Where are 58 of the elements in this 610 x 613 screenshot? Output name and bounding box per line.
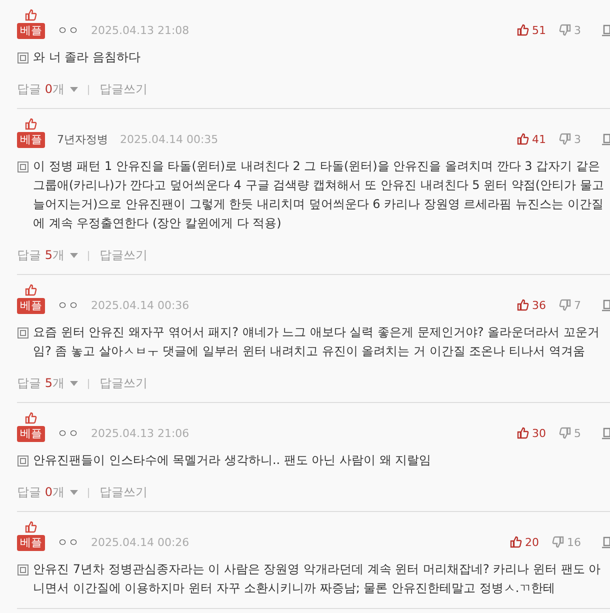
comment-date: 2025.04.13 21:06 xyxy=(91,426,190,442)
comment-date: 2025.04.13 21:08 xyxy=(91,23,190,39)
caret-icon xyxy=(70,381,78,386)
upvote-button[interactable]: 36 xyxy=(516,298,546,312)
thumbs-down-icon xyxy=(558,426,572,440)
comment-text: 안유진 7년차 정병관심종자라는 이 사람은 장원영 악개라던데 계속 윈터 머리채잡네? 카리나 윈터 팬도 아니면서 이간질에 이용하지마 윈터 자꾸 소환시키니까 짜증남; 물론 안유진한테말고 정병ㅅ.ㄲ한테 xyxy=(33,561,602,597)
reply-count-toggle[interactable]: 답글 0개 xyxy=(17,81,78,98)
best-badge: 베플 xyxy=(17,535,45,551)
author-name[interactable]: ㅇㅇ xyxy=(57,426,79,442)
best-badge: 베플 xyxy=(17,426,45,442)
upvote-button[interactable]: 41 xyxy=(516,132,546,146)
upvote-button[interactable]: 20 xyxy=(509,535,539,549)
report-icon[interactable] xyxy=(601,24,610,36)
thumbs-down-icon xyxy=(558,298,572,312)
upvote-button[interactable]: 51 xyxy=(516,23,546,37)
best-badge: 베플 xyxy=(17,132,45,148)
memo-icon xyxy=(17,564,29,576)
author-name[interactable]: 7년자정병 xyxy=(57,132,108,148)
reply-count-toggle[interactable]: 답글 5개 xyxy=(17,375,78,392)
comment-text: 이 정병 패턴 1 안유진을 타돌(윈터)로 내려친다 2 그 타돌(윈터)을 안유진을 올려치며 깐다 3 갑자기 같은 그룹애(카리나)가 깐다고 덮어씌운다 4 구글 검색량 캡쳐해서 또 안유진 내려친다 5 윈터 약점(안티가 물고늘어지는거)으로 안유진팬이 그렇게 한듯 내리치며 덮어씌운다 6 카리나 장원영 르세라핌 뉴진스는 이간질에 계속 우정출연한다 (장안 칼윈에게 다 적용) xyxy=(33,158,605,232)
thumbs-up-icon xyxy=(516,132,530,146)
thumbs-up-icon xyxy=(516,23,530,37)
report-icon[interactable] xyxy=(601,132,610,146)
report-icon[interactable] xyxy=(601,536,610,548)
thumbs-up-icon xyxy=(516,298,530,312)
caret-icon xyxy=(70,87,78,92)
comment-date: 2025.04.14 00:26 xyxy=(91,535,190,551)
comment-text: 와 너 졸라 음침하다 xyxy=(33,49,142,66)
thumbs-down-icon xyxy=(558,23,572,37)
thumbs-up-icon xyxy=(24,8,38,22)
comment-date: 2025.04.14 00:35 xyxy=(120,132,218,148)
reply-count-toggle[interactable]: 답글 0개 xyxy=(17,484,78,501)
thumbs-up-icon xyxy=(24,117,38,131)
thumbs-down-icon xyxy=(551,535,565,549)
thumbs-down-icon xyxy=(558,132,572,146)
memo-icon xyxy=(17,455,29,467)
best-badge: 베플 xyxy=(17,298,45,314)
caret-icon xyxy=(70,253,78,258)
thumbs-up-icon xyxy=(516,426,530,440)
reply-count-toggle[interactable]: 답글 5개 xyxy=(17,247,78,264)
memo-icon xyxy=(17,52,29,64)
memo-icon xyxy=(17,161,29,173)
caret-icon xyxy=(70,490,78,495)
comment-text: 요즘 윈터 안유진 왜자꾸 엮어서 패지? 얘네가 느그 애보다 실력 좋은게 문제인거야? 올라운더라서 꼬운거임? 좀 놓고 살아ㅅㅂㅜ 댓글에 일부러 윈터 내려치고 유진이 올려치는 거 이간질 조온나 티나서 역겨움 xyxy=(33,324,600,360)
thumbs-up-icon xyxy=(24,520,38,534)
author-name[interactable]: ㅇㅇ xyxy=(57,23,79,39)
best-badge: 베플 xyxy=(17,23,45,39)
thumbs-up-icon xyxy=(509,535,523,549)
report-icon[interactable] xyxy=(601,298,610,312)
thumbs-up-icon xyxy=(24,283,38,297)
memo-icon xyxy=(17,327,29,339)
report-icon[interactable] xyxy=(601,426,610,440)
upvote-button[interactable]: 30 xyxy=(516,426,546,440)
author-name[interactable]: ㅇㅇ xyxy=(57,535,79,551)
comment-text: 안유진팬들이 인스타수에 목멜거라 생각하니.. 팬도 아닌 사람이 왜 지랄임 xyxy=(33,452,432,469)
author-name[interactable]: ㅇㅇ xyxy=(57,298,79,314)
thumbs-up-icon xyxy=(24,411,38,425)
comment-date: 2025.04.14 00:36 xyxy=(91,298,190,314)
